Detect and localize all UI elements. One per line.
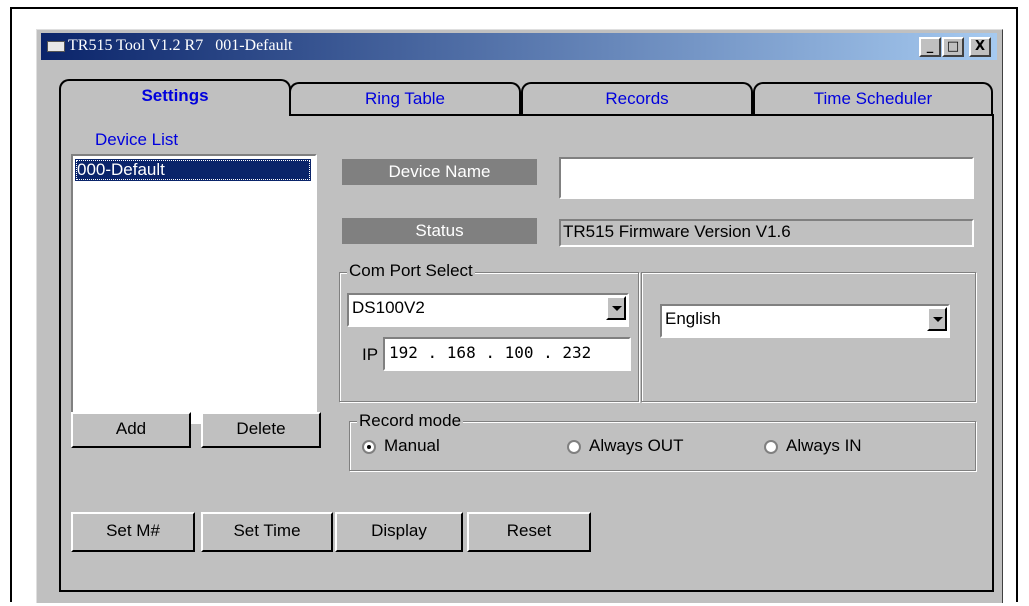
list-item[interactable]: 000-Default: [75, 159, 311, 181]
radio-manual-label[interactable]: Manual: [384, 436, 440, 456]
status-label: Status: [342, 218, 537, 244]
app-window: TR515 Tool V1.2 R7 001-Default _ □ X Set…: [36, 29, 1003, 603]
reset-button[interactable]: Reset: [467, 512, 591, 552]
com-port-group-label: Com Port Select: [347, 261, 475, 280]
language-value: English: [665, 309, 721, 328]
ip-address-input[interactable]: 192 . 168 . 100 . 232: [383, 337, 631, 371]
chevron-down-icon[interactable]: [606, 296, 626, 320]
display-button[interactable]: Display: [335, 512, 463, 552]
ip-label: IP: [362, 345, 379, 364]
radio-manual[interactable]: [362, 440, 376, 454]
device-name-input[interactable]: [559, 157, 974, 199]
status-value: TR515 Firmware Version V1.6: [559, 219, 974, 247]
set-time-button[interactable]: Set Time: [201, 512, 333, 552]
device-list[interactable]: 000-Default: [71, 154, 317, 424]
record-mode-label: Record mode: [357, 411, 464, 430]
radio-always-in-label[interactable]: Always IN: [786, 436, 862, 456]
chevron-down-icon[interactable]: [927, 307, 947, 331]
radio-always-out[interactable]: [567, 440, 581, 454]
add-button[interactable]: Add: [71, 412, 191, 448]
com-port-select[interactable]: DS100V2: [347, 293, 629, 327]
radio-always-out-label[interactable]: Always OUT: [589, 436, 683, 456]
language-select[interactable]: English: [660, 304, 950, 338]
com-port-value: DS100V2: [352, 298, 425, 317]
delete-button[interactable]: Delete: [201, 412, 321, 448]
radio-always-in[interactable]: [764, 440, 778, 454]
device-list-label: Device List: [95, 130, 179, 149]
set-m-button[interactable]: Set M#: [71, 512, 195, 552]
device-name-label: Device Name: [342, 159, 537, 185]
